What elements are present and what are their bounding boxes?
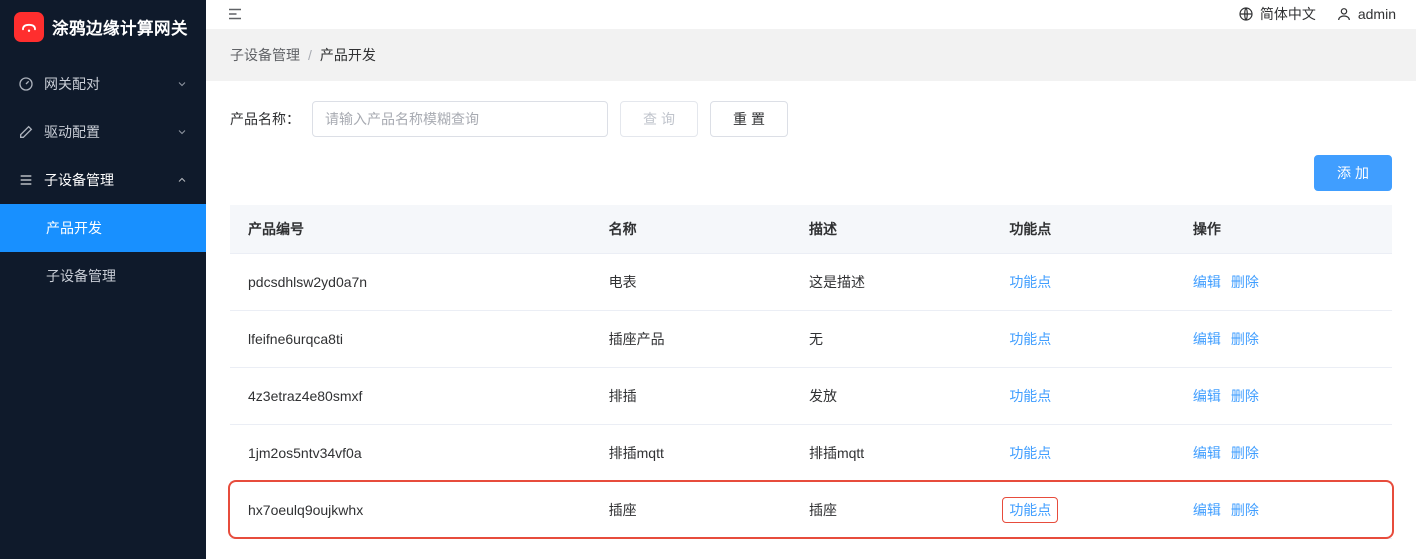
function-point-link[interactable]: 功能点 xyxy=(1002,497,1058,523)
function-point-link[interactable]: 功能点 xyxy=(1009,445,1051,461)
cell-product-id: 1jm2os5ntv34vf0a xyxy=(230,425,591,482)
edit-link[interactable]: 编辑 xyxy=(1193,502,1221,518)
language-selector[interactable]: 简体中文 xyxy=(1238,4,1316,24)
chevron-down-icon xyxy=(176,126,188,138)
sidebar-item-driver-config[interactable]: 驱动配置 xyxy=(0,108,206,156)
edit-link[interactable]: 编辑 xyxy=(1193,331,1221,347)
table-row: hx7oeulq9oujkwhx插座插座功能点编辑删除 xyxy=(230,482,1392,539)
sidebar-subitem-label: 子设备管理 xyxy=(46,266,116,286)
table-wrap: 产品编号 名称 描述 功能点 操作 pdcsdhlsw2yd0a7n电表这是描述… xyxy=(230,205,1392,539)
cell-name: 电表 xyxy=(591,254,791,311)
delete-link[interactable]: 删除 xyxy=(1231,331,1259,347)
search-row: 产品名称： 查询 重置 xyxy=(230,101,1392,137)
cell-product-id: lfeifne6urqca8ti xyxy=(230,311,591,368)
collapse-sidebar-icon[interactable] xyxy=(226,5,244,23)
globe-icon xyxy=(1238,6,1254,22)
th-product-id: 产品编号 xyxy=(230,205,591,254)
th-desc: 描述 xyxy=(791,205,991,254)
chevron-up-icon xyxy=(176,174,188,186)
user-menu[interactable]: admin xyxy=(1336,6,1396,22)
cell-function-point: 功能点 xyxy=(991,368,1165,425)
cell-name: 排插 xyxy=(591,368,791,425)
cell-desc: 排插mqtt xyxy=(791,425,991,482)
cell-function-point: 功能点 xyxy=(991,482,1165,539)
sidebar-item-label: 网关配对 xyxy=(44,74,100,94)
table-row: lfeifne6urqca8ti插座产品无 功能点 编辑删除 xyxy=(230,311,1392,368)
breadcrumb-separator: / xyxy=(308,47,312,63)
list-icon xyxy=(18,172,34,188)
query-button[interactable]: 查询 xyxy=(620,101,698,137)
gauge-icon xyxy=(18,76,34,92)
cell-ops: 编辑删除 xyxy=(1165,368,1392,425)
edit-link[interactable]: 编辑 xyxy=(1193,388,1221,404)
main: 简体中文 admin 子设备管理 / 产品开发 产品名称： 查询 重置 xyxy=(206,0,1416,559)
breadcrumb-current: 产品开发 xyxy=(320,45,376,65)
sidebar-subitem-subdevice-mgmt[interactable]: 子设备管理 xyxy=(0,252,206,300)
user-icon xyxy=(1336,6,1352,22)
cell-function-point: 功能点 xyxy=(991,254,1165,311)
cell-ops: 编辑删除 xyxy=(1165,311,1392,368)
cell-name: 插座 xyxy=(591,482,791,539)
sidebar-menu: 网关配对 驱动配置 子设备管理 产品开发 xyxy=(0,54,206,300)
cell-function-point: 功能点 xyxy=(991,425,1165,482)
app-title: 涂鸦边缘计算网关 xyxy=(52,15,188,39)
cell-desc: 发放 xyxy=(791,368,991,425)
edit-icon xyxy=(18,124,34,140)
function-point-link[interactable]: 功能点 xyxy=(1009,388,1051,404)
sidebar-header: 涂鸦边缘计算网关 xyxy=(0,0,206,54)
table-row: 1jm2os5ntv34vf0a排插mqtt排插mqtt功能点编辑删除 xyxy=(230,425,1392,482)
edit-link[interactable]: 编辑 xyxy=(1193,274,1221,290)
add-button[interactable]: 添加 xyxy=(1314,155,1392,191)
user-name: admin xyxy=(1358,6,1396,22)
cell-desc: 插座 xyxy=(791,482,991,539)
cell-function-point: 功能点 xyxy=(991,311,1165,368)
chevron-down-icon xyxy=(176,78,188,90)
delete-link[interactable]: 删除 xyxy=(1231,274,1259,290)
search-input[interactable] xyxy=(312,101,608,137)
app-logo-icon xyxy=(14,12,44,42)
search-label: 产品名称： xyxy=(230,109,300,129)
edit-link[interactable]: 编辑 xyxy=(1193,445,1221,461)
cell-name: 插座产品 xyxy=(591,311,791,368)
sidebar: 涂鸦边缘计算网关 网关配对 驱动配置 子设备管理 xyxy=(0,0,206,559)
cell-product-id: hx7oeulq9oujkwhx xyxy=(230,482,591,539)
cell-product-id: pdcsdhlsw2yd0a7n xyxy=(230,254,591,311)
content: 产品名称： 查询 重置 添加 产品编号 名称 描述 功能点 xyxy=(206,81,1416,559)
sidebar-item-label: 子设备管理 xyxy=(44,170,114,190)
function-point-link[interactable]: 功能点 xyxy=(1009,274,1051,290)
topbar: 简体中文 admin xyxy=(206,0,1416,29)
sidebar-subitem-product-dev[interactable]: 产品开发 xyxy=(0,204,206,252)
table-row: pdcsdhlsw2yd0a7n电表这是描述 功能点 编辑删除 xyxy=(230,254,1392,311)
sidebar-item-subdevice-mgmt[interactable]: 子设备管理 xyxy=(0,156,206,204)
th-name: 名称 xyxy=(591,205,791,254)
breadcrumb: 子设备管理 / 产品开发 xyxy=(206,29,1416,81)
language-label: 简体中文 xyxy=(1260,4,1316,24)
th-function-point: 功能点 xyxy=(991,205,1165,254)
delete-link[interactable]: 删除 xyxy=(1231,445,1259,461)
cell-desc: 这是描述 xyxy=(791,254,991,311)
product-table: 产品编号 名称 描述 功能点 操作 pdcsdhlsw2yd0a7n电表这是描述… xyxy=(230,205,1392,539)
cell-product-id: 4z3etraz4e80smxf xyxy=(230,368,591,425)
reset-button[interactable]: 重置 xyxy=(710,101,788,137)
sidebar-subitem-label: 产品开发 xyxy=(46,218,102,238)
cell-ops: 编辑删除 xyxy=(1165,425,1392,482)
cell-name: 排插mqtt xyxy=(591,425,791,482)
sidebar-item-gateway-pairing[interactable]: 网关配对 xyxy=(0,60,206,108)
breadcrumb-parent[interactable]: 子设备管理 xyxy=(230,45,300,65)
cell-ops: 编辑删除 xyxy=(1165,254,1392,311)
table-row: 4z3etraz4e80smxf排插发放 功能点 编辑删除 xyxy=(230,368,1392,425)
sidebar-item-label: 驱动配置 xyxy=(44,122,100,142)
function-point-link[interactable]: 功能点 xyxy=(1009,331,1051,347)
cell-ops: 编辑删除 xyxy=(1165,482,1392,539)
delete-link[interactable]: 删除 xyxy=(1231,388,1259,404)
delete-link[interactable]: 删除 xyxy=(1231,502,1259,518)
th-ops: 操作 xyxy=(1165,205,1392,254)
cell-desc: 无 xyxy=(791,311,991,368)
